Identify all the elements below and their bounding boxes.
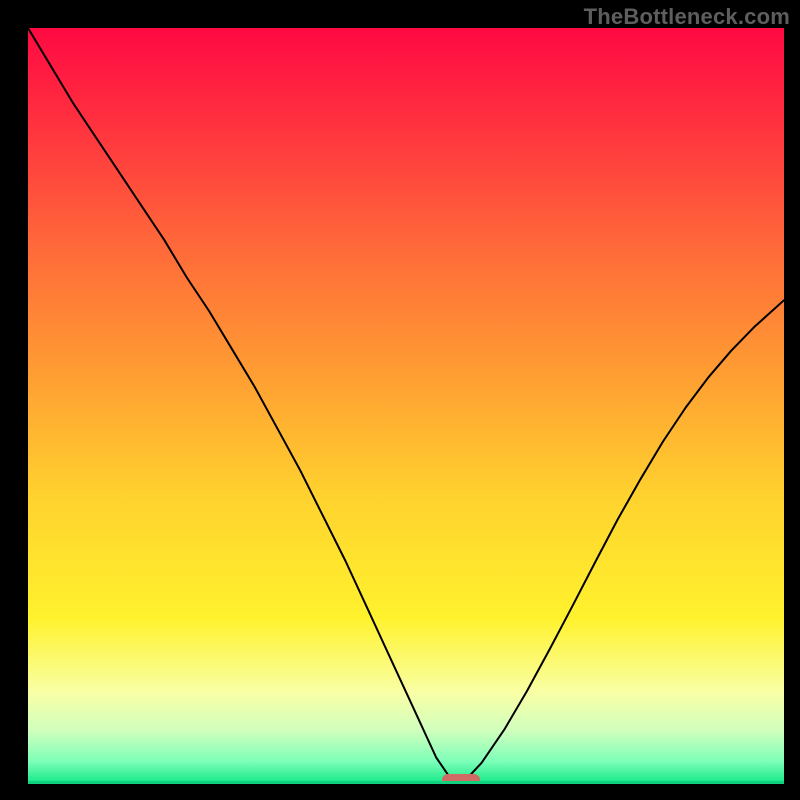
bottleneck-chart [28,28,784,784]
gradient-field [28,28,784,784]
plot-area [28,28,784,784]
outer-frame: TheBottleneck.com [0,0,800,800]
watermark-text: TheBottleneck.com [584,4,790,30]
baseline-strip [28,781,784,784]
